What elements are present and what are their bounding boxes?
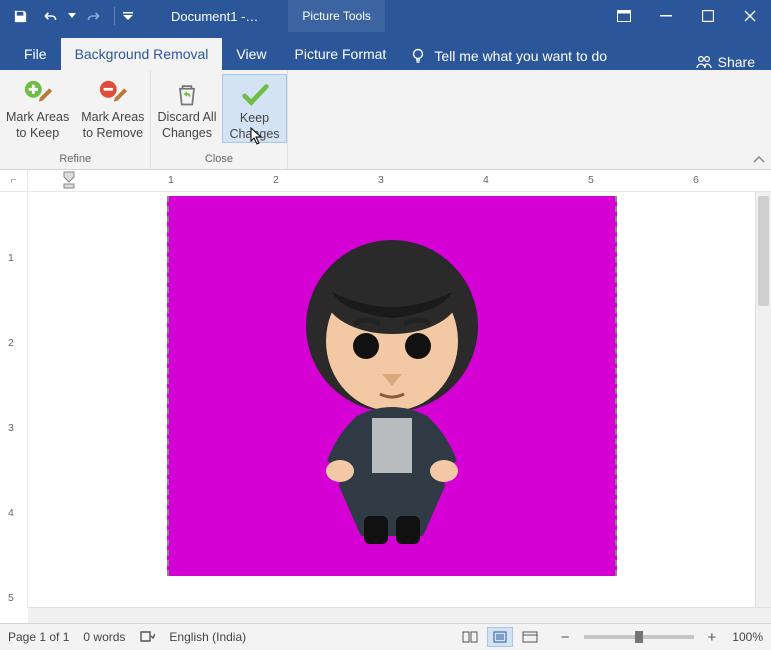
cursor-icon — [249, 127, 263, 145]
zoom-out-button[interactable]: − — [557, 629, 574, 646]
tab-background-removal[interactable]: Background Removal — [61, 38, 223, 70]
read-mode-icon — [462, 631, 478, 643]
horizontal-scrollbar-row — [0, 607, 771, 623]
chevron-down-icon — [123, 12, 133, 20]
rbtn-line1: Mark Areas — [81, 110, 144, 126]
close-button[interactable] — [729, 0, 771, 32]
collapse-ribbon-button[interactable] — [753, 155, 765, 165]
rbtn-line2: to Keep — [16, 126, 59, 142]
status-language[interactable]: English (India) — [169, 630, 246, 644]
ribbon-display-options[interactable] — [603, 0, 645, 32]
ruler-row: ⌐ 1 2 3 4 5 6 — [0, 170, 771, 192]
keep-changes-button[interactable]: Keep Changes — [222, 74, 286, 143]
minus-pencil-icon — [98, 79, 128, 109]
ruler-tick: 2 — [273, 174, 279, 186]
ruler-tick: 3 — [378, 174, 384, 186]
minimize-button[interactable] — [645, 0, 687, 32]
zoom-level[interactable]: 100% — [732, 630, 763, 644]
ruler-tick: 1 — [168, 174, 174, 186]
status-page[interactable]: Page 1 of 1 — [8, 630, 69, 644]
tell-me-placeholder: Tell me what you want to do — [434, 48, 607, 64]
ruler-tick: 4 — [483, 174, 489, 186]
save-button[interactable] — [6, 2, 34, 30]
chevron-down-icon — [68, 13, 76, 19]
tab-view[interactable]: View — [222, 38, 280, 70]
rbtn-line1: Mark Areas — [6, 110, 69, 126]
ruler-tick: 1 — [8, 252, 14, 264]
share-label: Share — [718, 54, 755, 70]
separator — [114, 7, 115, 25]
tab-picture-format[interactable]: Picture Format — [281, 38, 401, 70]
figure-illustration — [262, 216, 522, 556]
status-bar: Page 1 of 1 0 words English (India) − + … — [0, 623, 771, 650]
share-icon — [696, 54, 712, 70]
horizontal-ruler[interactable]: 1 2 3 4 5 6 — [28, 170, 771, 191]
group-label-close: Close — [205, 153, 233, 169]
rbtn-line2: to Remove — [83, 126, 143, 142]
discard-all-changes-button[interactable]: Discard All Changes — [151, 74, 222, 143]
ruler-tick: 5 — [588, 174, 594, 186]
maximize-icon — [702, 10, 714, 22]
undo-icon — [42, 9, 58, 23]
undo-button[interactable] — [36, 2, 64, 30]
ruler-tick: 5 — [8, 592, 14, 604]
ribbon-tabs: File Background Removal View Picture For… — [0, 32, 771, 70]
tell-me-search[interactable]: Tell me what you want to do — [400, 42, 617, 70]
qat-customize[interactable] — [121, 2, 135, 30]
share-button[interactable]: Share — [680, 54, 771, 70]
zoom-slider[interactable] — [584, 635, 694, 639]
redo-icon — [86, 9, 102, 23]
save-icon — [13, 9, 28, 24]
mark-areas-remove-button[interactable]: Mark Areas to Remove — [75, 74, 150, 141]
plus-pencil-icon — [23, 79, 53, 109]
zoom-in-button[interactable]: + — [704, 629, 721, 646]
vertical-ruler[interactable]: 1 2 3 4 5 — [0, 192, 28, 607]
chevron-up-icon — [753, 155, 765, 165]
scrollbar-thumb[interactable] — [758, 196, 769, 306]
title-bar: Document1 -… Picture Tools — [0, 0, 771, 32]
ruler-tick: 3 — [8, 422, 14, 434]
spellcheck-icon[interactable] — [139, 630, 155, 644]
document-canvas[interactable] — [28, 192, 755, 607]
rbtn-line2: Changes — [162, 126, 212, 142]
vertical-scrollbar[interactable] — [755, 192, 771, 607]
ruler-corner: ⌐ — [0, 170, 28, 191]
mark-areas-keep-button[interactable]: Mark Areas to Keep — [0, 74, 75, 141]
rbtn-line1: Discard All — [157, 110, 216, 126]
ribbon-group-refine: Mark Areas to Keep Mark Areas to Remove … — [0, 70, 151, 169]
check-icon — [240, 81, 270, 109]
status-word-count[interactable]: 0 words — [83, 630, 125, 644]
maximize-button[interactable] — [687, 0, 729, 32]
horizontal-scrollbar[interactable] — [28, 607, 755, 623]
ribbon: Mark Areas to Keep Mark Areas to Remove … — [0, 70, 771, 170]
indent-marker-icon[interactable] — [63, 171, 75, 189]
rbtn-line1: Keep — [240, 111, 269, 127]
read-mode-button[interactable] — [457, 627, 483, 647]
recycle-icon — [173, 80, 201, 108]
zoom-slider-knob[interactable] — [635, 631, 643, 643]
tab-file[interactable]: File — [10, 38, 61, 70]
undo-dropdown[interactable] — [66, 2, 78, 30]
window-controls — [603, 0, 771, 32]
web-layout-icon — [522, 631, 538, 643]
minimize-icon — [660, 10, 672, 22]
ribbon-group-close: Discard All Changes Keep Changes Close — [151, 70, 287, 169]
ribbon-options-icon — [617, 10, 631, 22]
selected-image[interactable] — [167, 196, 617, 576]
ruler-tick: 4 — [8, 507, 14, 519]
quick-access-toolbar — [0, 2, 141, 30]
ruler-tick: 2 — [8, 337, 14, 349]
context-tab-picture-tools[interactable]: Picture Tools — [288, 0, 384, 32]
redo-button[interactable] — [80, 2, 108, 30]
group-label-refine: Refine — [59, 153, 91, 169]
lightbulb-icon — [410, 48, 426, 64]
ruler-tick: 6 — [693, 174, 699, 186]
print-layout-icon — [492, 631, 508, 643]
document-area: 1 2 3 4 5 — [0, 192, 771, 607]
web-layout-button[interactable] — [517, 627, 543, 647]
document-title: Document1 -… — [171, 9, 258, 24]
close-icon — [744, 10, 756, 22]
print-layout-button[interactable] — [487, 627, 513, 647]
